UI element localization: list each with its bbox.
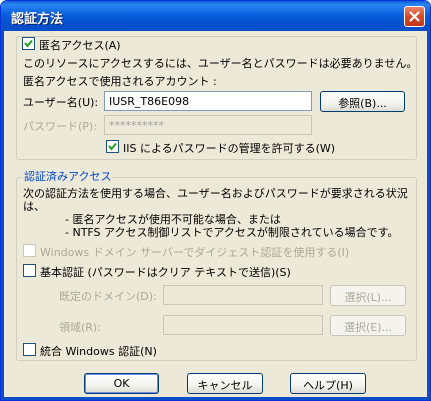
default-domain-label: 既定のドメイン(D): — [59, 290, 157, 303]
anonymous-account-heading: 匿名アクセスで使用されるアカウント : — [23, 75, 217, 88]
window-frame-bottom — [1, 397, 430, 400]
iis-password-checkbox[interactable] — [106, 140, 119, 153]
checkmark-icon — [24, 39, 33, 48]
auth-method-dialog: 認証方法 匿名アクセス(A) このリソースにアクセスするには、ユーザー名とパスワ… — [0, 0, 431, 401]
integrated-windows-auth-label[interactable]: 統合 Windows 認証(N) — [40, 343, 157, 359]
cancel-button[interactable]: キャンセル — [187, 373, 263, 394]
basic-auth-checkbox[interactable] — [23, 264, 36, 277]
anonymous-access-label[interactable]: 匿名アクセス(A) — [39, 37, 121, 53]
iis-password-label[interactable]: IIS によるパスワードの管理を許可する(W) — [123, 140, 335, 156]
window-frame-right — [427, 31, 430, 400]
realm-label: 領域(R): — [59, 321, 101, 334]
basic-auth-label[interactable]: 基本認証 (パスワードはクリア テキストで送信)(S) — [40, 264, 291, 280]
password-label: パスワード(P): — [23, 120, 97, 133]
window-frame-left — [1, 31, 4, 400]
help-button[interactable]: ヘルプ(H) — [290, 373, 366, 394]
window-title: 認証方法 — [11, 12, 64, 27]
default-domain-field[interactable] — [163, 285, 323, 305]
browse-button[interactable]: 参照(B)... — [320, 91, 405, 112]
auth-description-line1: 次の認証方法を使用する場合、ユーザー名およびパスワードが要求される状況 — [23, 187, 408, 200]
digest-auth-checkbox[interactable] — [23, 244, 36, 257]
title-bar[interactable]: 認証方法 — [1, 1, 430, 31]
integrated-windows-auth-checkbox[interactable] — [23, 343, 36, 356]
default-domain-select-button[interactable]: 選択(L)... — [330, 285, 406, 306]
realm-select-button[interactable]: 選択(E)... — [330, 315, 406, 336]
ok-button[interactable]: OK — [84, 373, 159, 394]
auth-description-line2: は、 — [23, 200, 45, 213]
realm-field[interactable] — [163, 315, 323, 335]
anonymous-access-checkbox[interactable] — [22, 37, 35, 50]
password-field[interactable]: ********** — [104, 115, 312, 135]
checkmark-icon — [108, 142, 117, 151]
authenticated-access-legend: 認証済みアクセス — [22, 168, 114, 184]
username-label: ユーザー名(U): — [23, 96, 99, 109]
username-field[interactable]: IUSR_T86E098 — [104, 91, 312, 111]
close-button[interactable] — [404, 6, 425, 27]
close-icon — [409, 11, 420, 22]
auth-bullet-2: - NTFS アクセス制御リストでアクセスが制限されている場合です。 — [65, 226, 399, 239]
digest-auth-label: Windows ドメイン サーバーでダイジェスト認証を使用する(I) — [40, 246, 350, 259]
anonymous-access-description: このリソースにアクセスするには、ユーザー名とパスワードは必要ありません。 — [23, 57, 418, 70]
